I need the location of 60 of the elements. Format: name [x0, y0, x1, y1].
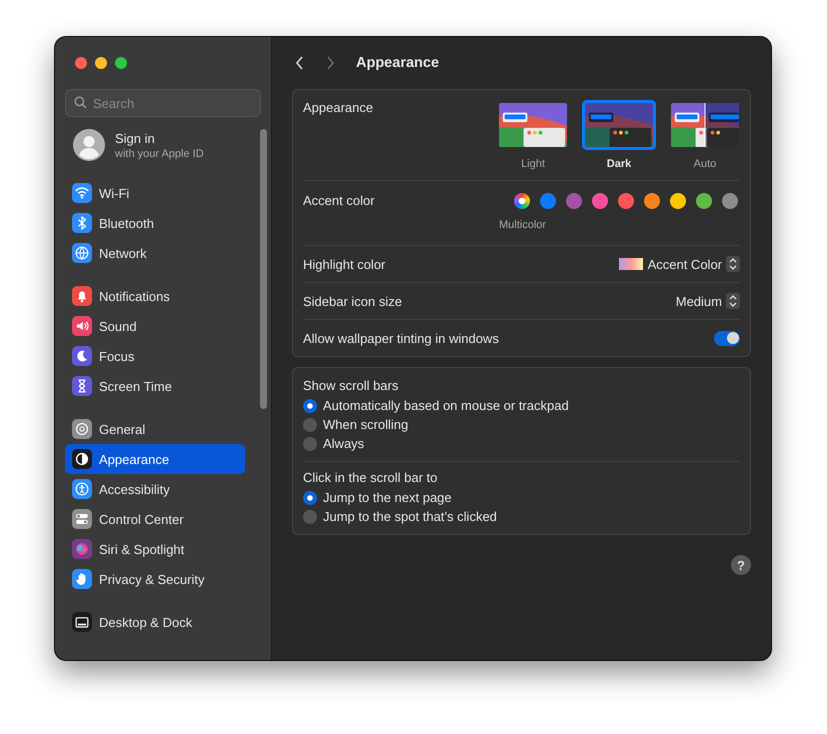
sidebar-item[interactable]: Siri & Spotlight — [65, 534, 245, 564]
theme-thumbnail[interactable] — [496, 100, 570, 150]
minimize-button[interactable] — [95, 57, 107, 69]
sidebar-item[interactable]: Appearance — [65, 444, 245, 474]
theme-label: Dark — [606, 158, 632, 170]
scrollbar[interactable] — [260, 129, 267, 409]
accent-swatch[interactable] — [592, 193, 608, 209]
radio-option[interactable]: Jump to the spot that’s clicked — [303, 507, 740, 526]
theme-label: Auto — [694, 158, 716, 170]
icon-size-popup[interactable]: Medium — [676, 293, 740, 309]
setting-label: Allow wallpaper tinting in windows — [303, 330, 499, 346]
close-button[interactable] — [75, 57, 87, 69]
avatar-icon — [73, 129, 105, 161]
sidebar-item[interactable]: Notifications — [65, 281, 245, 311]
setting-label: Appearance — [303, 100, 374, 115]
accent-caption: Multicolor — [499, 219, 546, 231]
highlight-swatch — [618, 258, 643, 270]
search-icon — [74, 96, 87, 109]
sidebar-item[interactable]: General — [65, 414, 245, 444]
accent-swatch[interactable] — [540, 193, 556, 209]
sidebar-item[interactable]: Desktop & Dock — [65, 607, 245, 637]
theme-thumbnail[interactable] — [668, 100, 742, 150]
sidebar-item[interactable]: Control Center — [65, 504, 245, 534]
sidebar-item[interactable]: Focus — [65, 341, 245, 371]
accent-swatch[interactable] — [644, 193, 660, 209]
accent-swatch[interactable] — [722, 193, 738, 209]
sidebar-item[interactable]: Bluetooth — [65, 208, 245, 238]
tinting-toggle[interactable] — [714, 330, 740, 346]
sidebar-item[interactable]: Privacy & Security — [65, 564, 245, 594]
account-item[interactable]: Sign in with your Apple ID — [65, 125, 245, 165]
stepper-icon — [726, 293, 740, 309]
search-field[interactable]: Search — [65, 89, 261, 117]
window-title: Appearance — [356, 55, 440, 71]
group-label: Show scroll bars — [303, 378, 400, 393]
accent-swatch[interactable] — [696, 193, 712, 209]
radio-option[interactable]: Automatically based on mouse or trackpad — [303, 396, 740, 415]
sidebar-item[interactable]: Wi-Fi — [65, 178, 245, 208]
radio-option[interactable]: Jump to the next page — [303, 488, 740, 507]
group-label: Click in the scroll bar to — [303, 470, 438, 485]
setting-label: Accent color — [303, 193, 375, 208]
radio-option[interactable]: Always — [303, 434, 740, 453]
highlight-popup[interactable]: Accent Color — [648, 256, 740, 272]
zoom-button[interactable] — [115, 57, 127, 69]
theme-thumbnail[interactable] — [582, 100, 656, 150]
account-title: Sign in — [115, 130, 156, 146]
stepper-icon — [726, 256, 740, 272]
radio-option[interactable]: When scrolling — [303, 415, 740, 434]
accent-swatch[interactable] — [618, 193, 634, 209]
sidebar-item[interactable]: Accessibility — [65, 474, 245, 504]
sidebar-item[interactable]: Network — [65, 238, 245, 268]
accent-swatch[interactable] — [566, 193, 582, 209]
accent-swatch[interactable] — [670, 193, 686, 209]
multicolor-swatch[interactable] — [514, 193, 530, 209]
help-button[interactable]: ? — [731, 555, 751, 575]
setting-label: Highlight color — [303, 256, 386, 272]
setting-label: Sidebar icon size — [303, 294, 402, 308]
sidebar-item[interactable]: Screen Time — [65, 371, 245, 401]
sidebar-item[interactable]: Sound — [65, 311, 245, 341]
theme-label: Light — [521, 158, 545, 170]
account-subtitle: with your Apple ID — [115, 148, 204, 160]
